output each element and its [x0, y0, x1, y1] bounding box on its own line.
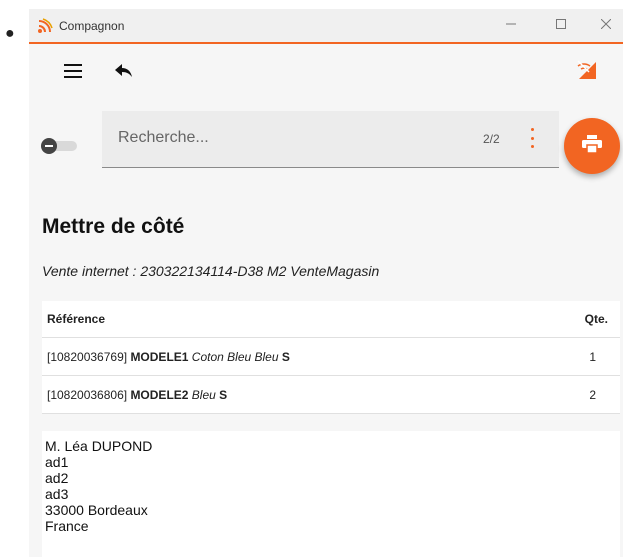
item-model: MODELE2 [130, 388, 189, 402]
table-row[interactable]: [10820036806] MODELE2 Bleu S 2 [42, 376, 620, 414]
item-code: [10820036769] [47, 350, 128, 364]
address-line-3: ad3 [45, 486, 69, 502]
print-button[interactable] [564, 118, 620, 174]
reply-icon [115, 63, 133, 83]
menu-icon [64, 63, 82, 83]
address-line-2: ad2 [45, 470, 69, 486]
toggle-knob [41, 138, 57, 154]
item-description: Coton Bleu Bleu [191, 350, 279, 364]
window-title: Compagnon [59, 19, 125, 33]
list-bullet: ● [5, 25, 15, 42]
shipping-address-card: M. Léa DUPOND ad1 ad2 ad3 33000 Bordeaux… [42, 431, 620, 557]
back-button[interactable] [113, 63, 135, 83]
app-logo-icon [37, 18, 53, 34]
item-quantity: 2 [589, 388, 596, 402]
search-field: 2/2 [102, 111, 559, 168]
wifi-signal-icon [577, 59, 597, 85]
item-size: S [219, 388, 228, 402]
connection-status-button[interactable] [577, 59, 597, 85]
item-model: MODELE1 [130, 350, 189, 364]
item-quantity: 1 [589, 350, 596, 364]
close-button[interactable] [592, 14, 620, 36]
title-bar: Compagnon [29, 9, 623, 44]
search-input[interactable] [116, 125, 460, 151]
column-header-quantity: Qte. [584, 312, 608, 326]
maximize-button[interactable] [547, 14, 575, 36]
app-window: Compagnon Recherche... 2/2 Mettre de côt… [29, 9, 623, 557]
item-code: [10820036806] [47, 388, 128, 402]
item-reference: [10820036769] MODELE1 Coton Bleu Bleu S [47, 350, 290, 364]
table-header: Référence Qte. [42, 301, 620, 338]
more-options-icon[interactable] [527, 128, 537, 148]
address-city: 33000 Bordeaux [45, 502, 148, 518]
minimize-button[interactable] [497, 14, 525, 36]
print-icon [582, 134, 602, 158]
address-country: France [45, 518, 89, 534]
table-row[interactable]: [10820036769] MODELE1 Coton Bleu Bleu S … [42, 338, 620, 376]
address-line-1: ad1 [45, 454, 69, 470]
maximize-icon [556, 16, 566, 34]
page-title: Mettre de côté [42, 215, 185, 238]
close-icon [600, 16, 612, 34]
item-description: Bleu [191, 388, 216, 402]
address-name: M. Léa DUPOND [45, 438, 153, 454]
item-size: S [281, 350, 290, 364]
menu-button[interactable] [62, 63, 84, 83]
order-subtitle: Vente internet : 230322134114-D38 M2 Ven… [42, 263, 380, 279]
column-header-reference: Référence [47, 312, 106, 326]
search-result-counter: 2/2 [483, 132, 500, 146]
item-reference: [10820036806] MODELE2 Bleu S [47, 388, 227, 402]
mode-toggle[interactable] [41, 138, 79, 154]
items-table: Référence Qte. [10820036769] MODELE1 Cot… [42, 301, 620, 414]
minimize-icon [506, 16, 516, 34]
